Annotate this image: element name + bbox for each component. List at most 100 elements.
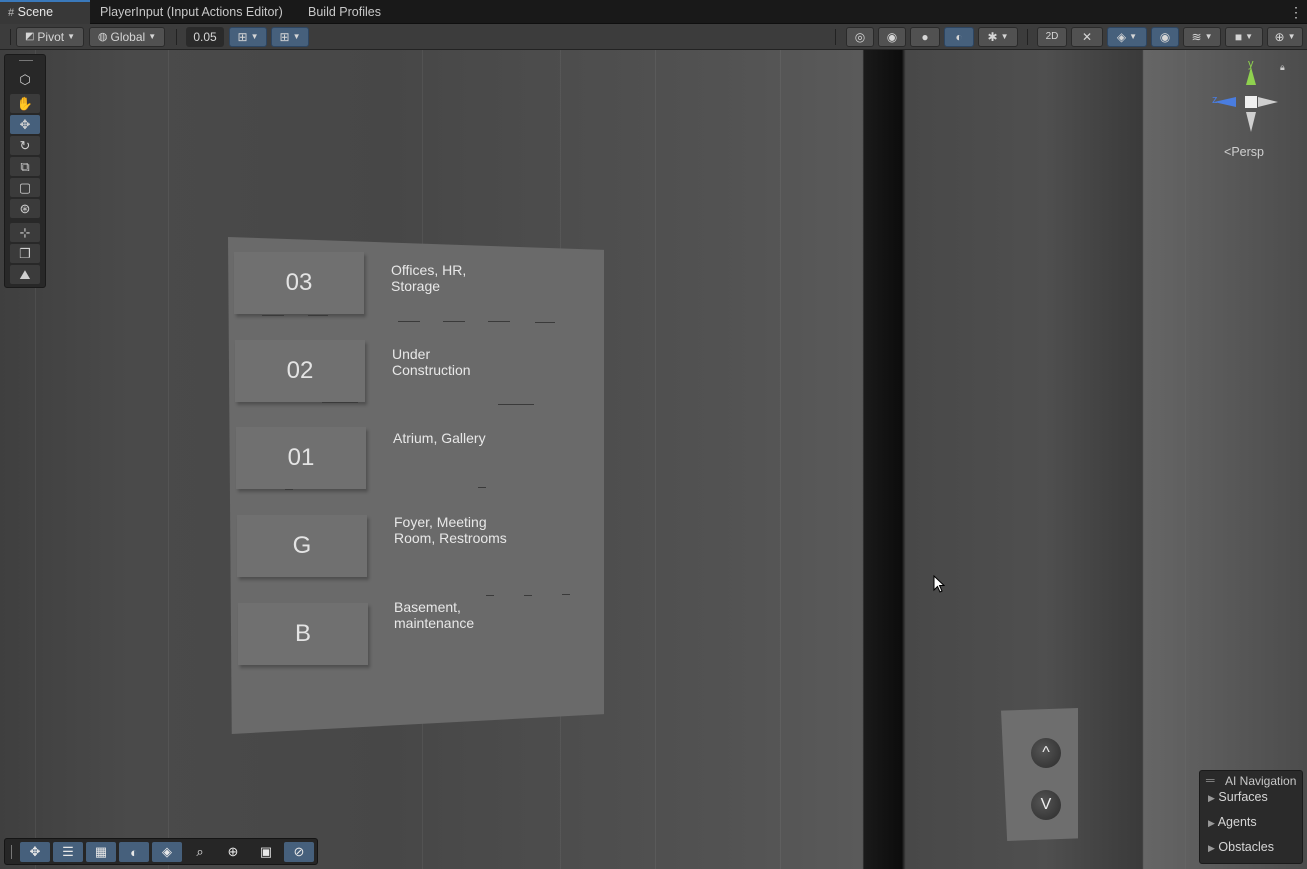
gizmos-dropdown[interactable]: ⊕ ▼ <box>1267 27 1303 47</box>
globe-icon: ◍ <box>97 31 108 43</box>
scene-visibility-button[interactable]: ◉ <box>1151 27 1179 47</box>
drag-handle[interactable] <box>19 60 33 61</box>
fx-toggle-button[interactable]: ◈ ▼ <box>1107 27 1147 47</box>
toolbar-separator <box>1027 29 1028 45</box>
layers-icon: ◈ <box>162 844 172 859</box>
ai-navigation-overlay: ═ AI Navigation ▶ Surfaces ▶ Agents ▶ Ob… <box>1199 770 1303 864</box>
snap-increment-field[interactable]: 0.05 <box>186 27 224 47</box>
ai-nav-surfaces[interactable]: ▶ Surfaces <box>1208 790 1268 804</box>
scene-overlay-toolbar: ✥ ☰ ▦ ◐ ◈ ⌕ ⊕ ▣ ⊘ <box>4 838 318 865</box>
projection-toggle[interactable]: <Persp <box>1224 145 1264 159</box>
rotate-tool-button[interactable]: ↻ <box>10 136 40 155</box>
floor-number-01: 01 <box>236 427 366 489</box>
overlay-settings-button[interactable]: ☰ <box>53 842 83 862</box>
lighting-toggle-button[interactable]: ✕ <box>1071 27 1103 47</box>
view-cube-icon[interactable]: ⬡ <box>10 70 40 89</box>
floor-label-G: Foyer, Meeting Room, Restrooms <box>394 514 507 546</box>
overlay-lighting-button[interactable]: ◐ <box>119 842 149 862</box>
floor-label-03: Offices, HR, Storage <box>391 262 466 294</box>
chevron-down-icon: ▼ <box>1287 32 1296 41</box>
pivot-icon: ◩ <box>24 31 35 42</box>
overlay-move-button[interactable]: ✥ <box>20 842 50 862</box>
tab-player-input[interactable]: PlayerInput (Input Actions Editor) <box>100 0 283 24</box>
ai-nav-obstacles[interactable]: ▶ Obstacles <box>1208 840 1274 854</box>
camera-settings-dropdown[interactable]: ■ ▼ <box>1225 27 1263 47</box>
solid-sphere-icon: ● <box>921 30 929 44</box>
light-off-icon: ✕ <box>1081 30 1093 44</box>
hand-icon: ✋ <box>16 95 34 111</box>
compass-icon: ⊘ <box>293 844 305 859</box>
orientation-gizmo[interactable]: y z 🔒︎ <box>1206 58 1296 140</box>
grid-icon: ▦ <box>94 844 108 859</box>
ai-nav-agents[interactable]: ▶ Agents <box>1208 815 1257 829</box>
call-down-button[interactable]: V <box>1031 790 1061 820</box>
tab-scene-label: Scene <box>17 5 54 19</box>
custom-tool-button[interactable]: ⊹ <box>10 223 40 242</box>
terrain-tool-button[interactable]: ⛰ <box>10 265 40 284</box>
drag-handle-icon: ═ <box>1206 773 1215 787</box>
overlay-navigation-button[interactable]: ⊘ <box>284 842 314 862</box>
move-arrows-icon: ✥ <box>19 116 31 132</box>
floor-label-01-line1: Atrium, Gallery <box>393 430 486 446</box>
rect-tool-button[interactable]: ▢ <box>10 178 40 197</box>
stack-icon: ≋ <box>1191 30 1202 44</box>
tab-scene[interactable]: # Scene <box>0 0 90 24</box>
floor-number-B: B <box>238 603 368 665</box>
scene-toolbar: ◩ Pivot ▼ ◍ Global ▼ 0.05 ⊞ ▼ ⊞ ▼ ◎ ◉ ● ◐ … <box>0 24 1307 50</box>
layers-dropdown[interactable]: ≋ ▼ <box>1183 27 1221 47</box>
ai-nav-obstacles-label: Obstacles <box>1218 840 1274 854</box>
sliders-icon: ☰ <box>62 844 74 859</box>
scale-tool-button[interactable]: ⧉ <box>10 157 40 176</box>
floor-label-B: Basement, maintenance <box>394 599 474 631</box>
bug-icon: ✱ <box>987 30 998 44</box>
lock-icon[interactable]: 🔒︎ <box>1280 62 1285 73</box>
ai-navigation-title: AI Navigation <box>1225 774 1297 788</box>
component-tool-button[interactable]: ❐ <box>10 244 40 263</box>
grid-snap-button[interactable]: ⊞ ▼ <box>229 27 267 47</box>
overlay-pivot-button[interactable]: ⊕ <box>218 842 248 862</box>
expand-arrow-icon: ▶ <box>1208 793 1215 803</box>
search-icon: ⌕ <box>196 844 204 859</box>
overlay-layers-button[interactable]: ◈ <box>152 842 182 862</box>
lit-shading-button[interactable]: ◐ <box>944 27 974 47</box>
2d-toggle-button[interactable]: 2D <box>1037 27 1067 47</box>
call-up-button[interactable]: ^ <box>1031 738 1061 768</box>
floor-label-G-line2: Room, Restrooms <box>394 530 507 546</box>
moon-icon: ◐ <box>130 844 138 860</box>
debug-draw-mode-button[interactable]: ✱ ▼ <box>978 27 1018 47</box>
floor-label-02-line1: Under <box>392 346 431 362</box>
shaded-wireframe-button[interactable]: ◉ <box>878 27 906 47</box>
drag-handle[interactable] <box>11 845 12 859</box>
transform-tool-button[interactable]: ⊛ <box>10 199 40 218</box>
duplicate-icon: ❐ <box>19 245 31 261</box>
unlit-shading-button[interactable]: ● <box>910 27 940 47</box>
kebab-menu-icon[interactable]: ⋮ <box>1289 0 1303 24</box>
hand-tool-button[interactable]: ✋ <box>10 94 40 113</box>
tab-build-profiles[interactable]: Build Profiles <box>308 0 381 24</box>
move-tool-button[interactable]: ✥ <box>10 115 40 134</box>
ai-navigation-header[interactable]: ═ AI Navigation <box>1200 773 1304 789</box>
camera-icon: ▣ <box>259 844 273 859</box>
rect-icon: ▢ <box>18 179 32 195</box>
ai-nav-surfaces-label: Surfaces <box>1218 790 1268 804</box>
elevator-call-panel[interactable]: ^ V <box>1001 708 1078 841</box>
overlay-search-button[interactable]: ⌕ <box>185 842 215 862</box>
incremental-snap-button[interactable]: ⊞ ▼ <box>271 27 309 47</box>
terrain-icon: ⛰ <box>19 266 31 282</box>
overlay-camera-button[interactable]: ▣ <box>251 842 281 862</box>
scene-viewport[interactable]: 03 Offices, HR, Storage 02 Under Constru… <box>0 50 1307 869</box>
wireframe-shading-button[interactable]: ◎ <box>846 27 874 47</box>
camera-icon: ■ <box>1234 30 1243 44</box>
grid-snap-icon: ⊞ <box>237 30 248 44</box>
expand-arrow-icon: ▶ <box>1208 843 1215 853</box>
lit-sphere-icon: ◐ <box>955 30 963 44</box>
toolbar-handle <box>10 29 11 45</box>
global-dropdown[interactable]: ◍ Global ▼ <box>89 27 165 47</box>
move-arrows-icon: ✥ <box>29 844 41 859</box>
chevron-down-icon: ▼ <box>250 32 259 41</box>
pivot-dropdown[interactable]: ◩ Pivot ▼ <box>16 27 84 47</box>
overlay-grid-button[interactable]: ▦ <box>86 842 116 862</box>
floor-directory-sign[interactable]: 03 Offices, HR, Storage 02 Under Constru… <box>228 237 604 734</box>
layers-icon: ◈ <box>1116 30 1127 44</box>
floor-label-02-line2: Construction <box>392 362 471 378</box>
